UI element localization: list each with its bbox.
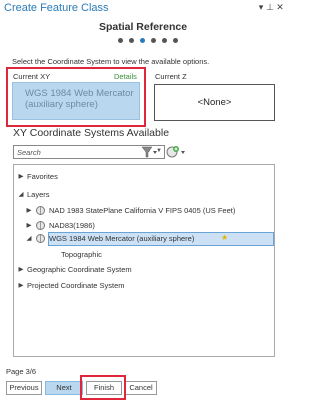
current-xy-label: Current XY [13, 72, 51, 81]
expand-arrow-icon[interactable]: ▶ [17, 281, 25, 289]
globe-icon [36, 206, 45, 215]
highlight-box-finish [80, 375, 126, 400]
tree-item-geographic[interactable]: ▶ Geographic Coordinate System [14, 264, 274, 276]
page-indicator: Page 3/6 [6, 367, 37, 376]
globe-icon [36, 234, 45, 243]
current-z-value: <None> [197, 97, 232, 108]
collapse-arrow-icon[interactable]: ◢ [25, 234, 33, 242]
current-z-label: Current Z [155, 72, 187, 81]
filter-icon [141, 146, 157, 158]
step-indicator [118, 38, 178, 44]
tree-item-favorites[interactable]: ▶ Favorites [14, 171, 274, 183]
expand-arrow-icon[interactable]: ▶ [17, 172, 25, 180]
expand-arrow-icon[interactable]: ▶ [25, 221, 33, 229]
current-xy-subtitle: (auxiliary sphere) [25, 99, 98, 110]
globe-icon [36, 221, 45, 230]
tree-item-topographic[interactable]: Topographic [14, 249, 274, 261]
step-dot-3-active [140, 38, 145, 43]
next-button[interactable]: Next [45, 381, 83, 395]
window-title: Create Feature Class [4, 2, 109, 14]
close-icon[interactable]: ✕ [275, 2, 285, 13]
tree-item-wgs84-web-mercator[interactable]: ◢ WGS 1984 Web Mercator (auxiliary spher… [14, 233, 274, 245]
previous-button[interactable]: Previous [6, 381, 42, 395]
step-dot-1 [118, 38, 123, 43]
expand-arrow-icon[interactable]: ▶ [25, 206, 33, 214]
tree-item-layers[interactable]: ◢ Layers [14, 189, 274, 201]
step-dot-4 [151, 38, 156, 43]
tree-item-nad83-stateplane[interactable]: ▶ NAD 1983 StatePlane California V FIPS … [14, 205, 274, 217]
instructions-text: Select the Coordinate System to view the… [12, 57, 210, 66]
step-dot-2 [129, 38, 134, 43]
add-coordinate-system-button[interactable] [165, 145, 187, 159]
step-dot-6 [173, 38, 178, 43]
search-input[interactable] [17, 147, 137, 158]
page-title: Spatial Reference [98, 21, 188, 33]
current-z-panel[interactable]: <None> [154, 84, 275, 121]
collapse-arrow-icon[interactable]: ◢ [17, 190, 25, 198]
title-bar: Create Feature Class ▾ ⊥ ✕ [0, 0, 286, 18]
filter-button[interactable] [140, 145, 158, 159]
expand-arrow-icon[interactable]: ▶ [17, 265, 25, 273]
pin-icon[interactable]: ⊥ [265, 2, 275, 13]
coordinate-system-tree: ▶ Favorites ◢ Layers ▶ NAD 1983 StatePla… [13, 164, 275, 357]
globe-add-icon [166, 146, 185, 158]
details-link[interactable]: Details [114, 72, 137, 81]
current-xy-panel[interactable]: WGS 1984 Web Mercator (auxiliary sphere) [12, 82, 140, 120]
tree-item-projected[interactable]: ▶ Projected Coordinate System [14, 280, 274, 292]
tree-item-nad83-1986[interactable]: ▶ NAD83(1986) [14, 220, 274, 232]
xy-systems-title: XY Coordinate Systems Available [13, 127, 170, 139]
favorite-star-icon[interactable]: ★ [221, 233, 228, 242]
current-xy-name: WGS 1984 Web Mercator [25, 88, 134, 99]
step-dot-5 [162, 38, 167, 43]
cancel-button[interactable]: Cancel [125, 381, 157, 395]
